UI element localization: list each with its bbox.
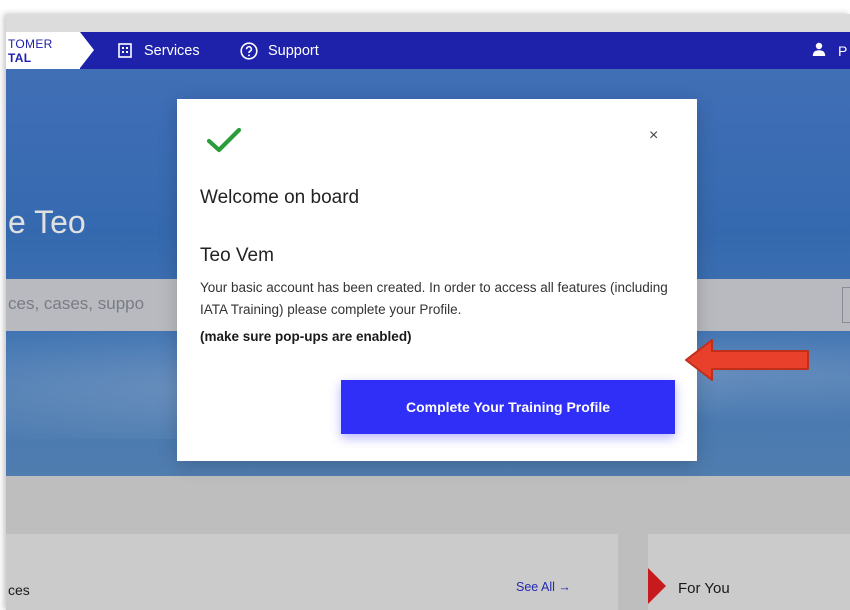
services-card-title: ces [8,582,30,598]
question-circle-icon [240,41,258,60]
nav-services[interactable]: Services [116,32,200,69]
complete-training-profile-button[interactable]: Complete Your Training Profile [341,380,675,434]
modal-user-name: Teo Vem [200,245,274,266]
brand-logo[interactable]: TOMER TAL [6,32,94,69]
nav-user-profile[interactable]: P [812,32,847,69]
search-placeholder: ces, cases, suppo [8,294,145,313]
welcome-greeting: e Teo [8,204,86,240]
nav-user-label: P [838,42,848,59]
nav-services-label: Services [144,42,200,59]
user-icon [812,42,826,59]
see-all-link[interactable]: See All → [516,580,571,594]
for-you-card: For You [648,534,850,610]
red-triangle-marker [648,568,666,604]
nav-support-label: Support [268,42,319,59]
nav-support[interactable]: Support [240,32,319,69]
for-you-title: For You [678,580,730,597]
welcome-modal: × Welcome on board Teo Vem Your basic ac… [177,99,697,461]
red-arrow-annotation [682,336,812,389]
modal-heading: Welcome on board [200,187,360,208]
modal-popup-note: (make sure pop-ups are enabled) [200,329,412,344]
checkmark-icon [206,127,242,158]
browser-viewport: TOMER TAL Services Support P e Teo ces, … [6,14,850,610]
search-button[interactable] [842,287,850,323]
brand-line-1: TOMER [8,37,53,51]
modal-message: Your basic account has been created. In … [200,280,668,317]
brand-line-2: TAL [8,51,32,65]
building-icon [116,42,134,60]
services-card: ces See All → [6,534,618,610]
close-icon[interactable]: × [649,127,658,145]
top-navigation: TOMER TAL Services Support P [6,32,850,69]
